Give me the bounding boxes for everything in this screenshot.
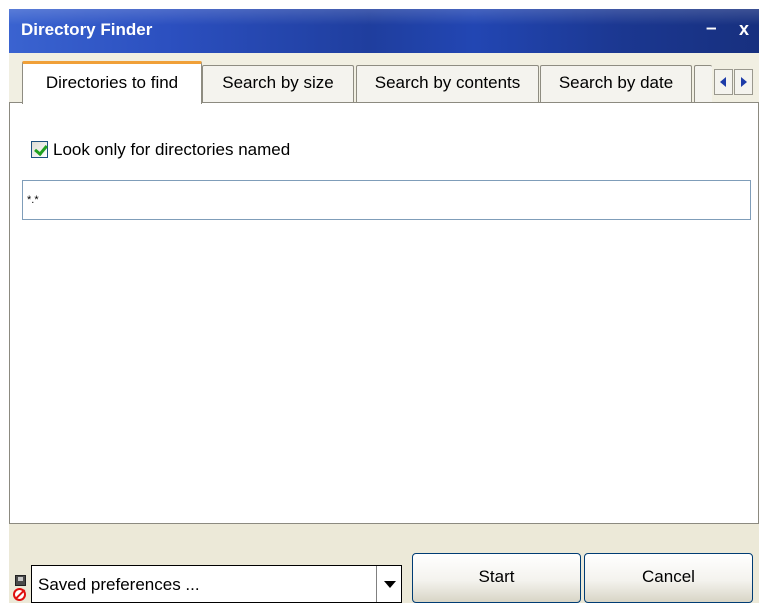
disk-no-entry-icon[interactable]: [13, 575, 29, 601]
dropdown-arrow-icon[interactable]: [376, 566, 401, 602]
tab-hidden-partial[interactable]: [694, 65, 712, 102]
floppy-disk-icon: [15, 575, 26, 586]
look-only-named-checkbox[interactable]: [31, 141, 48, 158]
tab-search-by-contents[interactable]: Search by contents: [356, 65, 539, 102]
bottom-bar: Saved preferences ... Start Cancel: [9, 523, 759, 603]
window-title: Directory Finder: [21, 20, 153, 39]
minimize-button[interactable]: –: [706, 18, 717, 40]
saved-preferences-select[interactable]: Saved preferences ...: [31, 565, 402, 603]
no-entry-icon: [13, 588, 26, 601]
checkmark-icon: [34, 141, 48, 157]
tab-scroll-right-button[interactable]: [734, 69, 753, 95]
close-button[interactable]: x: [739, 18, 749, 40]
chevron-left-icon: [720, 77, 726, 87]
start-button[interactable]: Start: [412, 553, 581, 603]
cancel-button[interactable]: Cancel: [584, 553, 753, 603]
tab-strip: Directories to find Search by size Searc…: [9, 53, 759, 104]
tab-directories-to-find[interactable]: Directories to find: [22, 61, 202, 104]
directory-finder-window: Directory Finder – x Directories to find…: [9, 9, 759, 603]
tab-search-by-size[interactable]: Search by size: [202, 65, 354, 102]
tab-scroll-left-button[interactable]: [714, 69, 733, 95]
saved-preferences-value: Saved preferences ...: [38, 575, 200, 594]
look-only-named-label: Look only for directories named: [53, 140, 291, 159]
tab-search-by-date[interactable]: Search by date: [540, 65, 692, 102]
chevron-right-icon: [741, 77, 747, 87]
title-bar[interactable]: Directory Finder – x: [9, 9, 759, 53]
directory-name-input[interactable]: [22, 180, 751, 220]
tab-panel-directories: Look only for directories named: [9, 103, 759, 523]
